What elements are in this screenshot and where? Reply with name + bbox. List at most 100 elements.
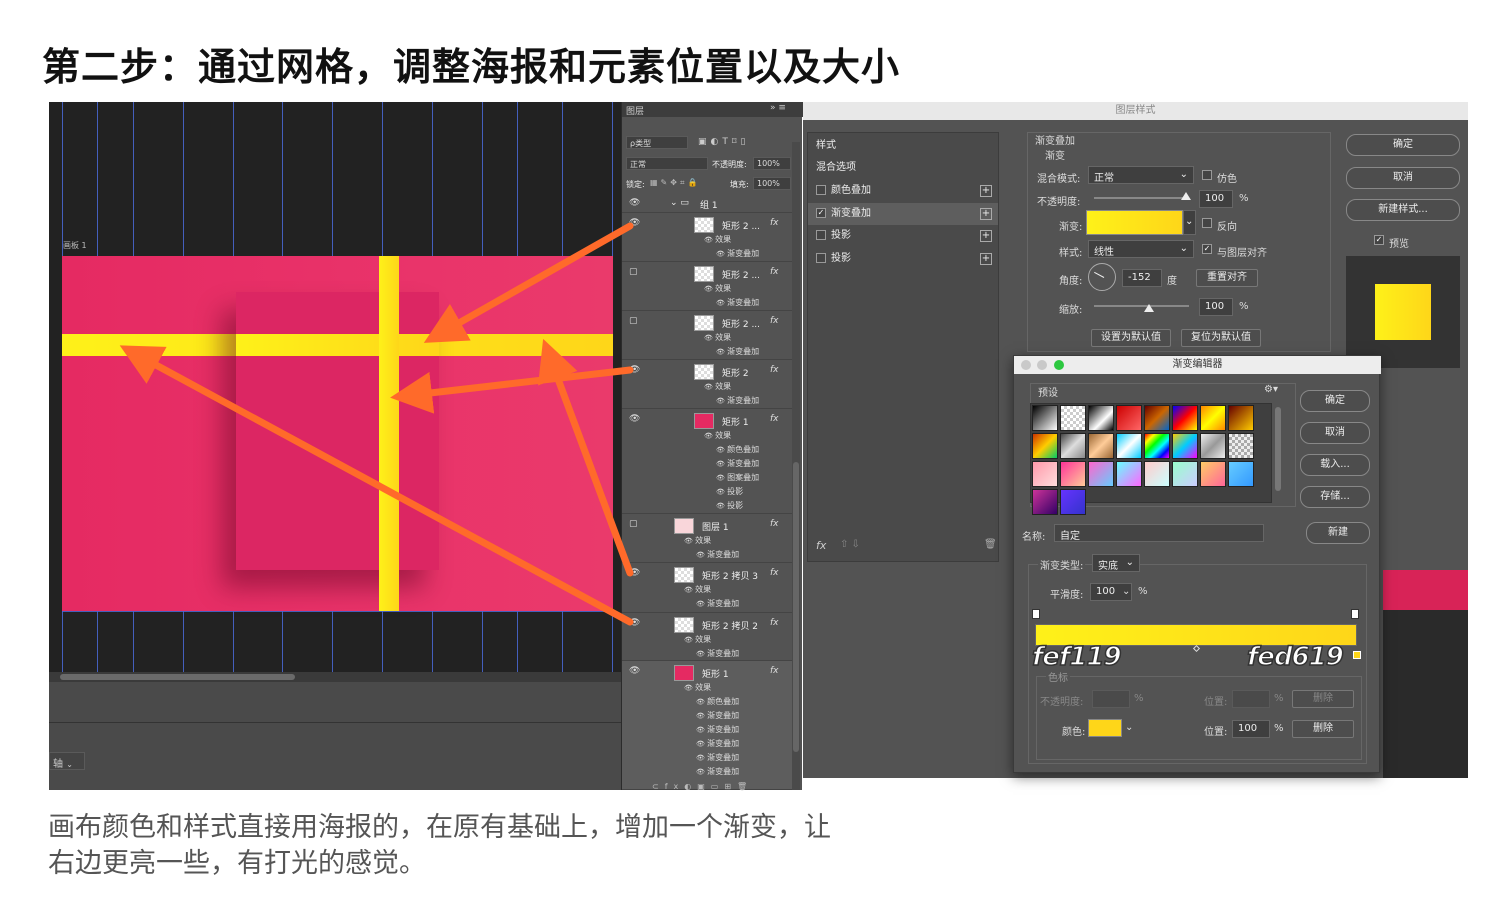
eye-icon[interactable]: 👁 xyxy=(716,488,727,496)
eye-icon[interactable]: 👁 xyxy=(716,299,727,307)
style-checkbox[interactable] xyxy=(816,230,826,240)
layer-group-row[interactable]: 👁 ⌄ ▭ 组 1 xyxy=(622,195,792,213)
layer-row[interactable]: 👁 矩形 2 fx 👁 效果 👁 渐变叠加 xyxy=(622,360,792,409)
eye-icon[interactable]: ▢ xyxy=(629,519,638,529)
filter-icons[interactable]: ▣◐T⌑▯ xyxy=(698,137,749,147)
stop-color-swatch[interactable] xyxy=(1088,719,1122,737)
preset-swatch[interactable] xyxy=(1200,405,1226,431)
preset-swatch[interactable] xyxy=(1032,405,1058,431)
eye-icon[interactable]: 👁 xyxy=(704,334,715,342)
eye-icon[interactable]: 👁 xyxy=(629,198,640,208)
preset-swatch[interactable] xyxy=(1088,405,1114,431)
preset-swatch[interactable] xyxy=(1172,461,1198,487)
layer-effect[interactable]: 👁 效果 xyxy=(704,430,731,441)
opacity-stop-left[interactable] xyxy=(1032,609,1040,619)
fx-icon[interactable]: fx xyxy=(770,666,779,676)
fx-icon[interactable]: fx xyxy=(770,519,779,529)
layer-effect[interactable]: 👁 颜色叠加 xyxy=(716,444,759,455)
scrollbar-thumb[interactable] xyxy=(60,674,295,680)
add-icon[interactable]: + xyxy=(980,230,992,242)
preset-swatch[interactable] xyxy=(1060,433,1086,459)
dither-checkbox[interactable] xyxy=(1202,170,1212,180)
presets-scrollbar[interactable] xyxy=(1275,407,1281,491)
eye-icon[interactable]: 👁 xyxy=(716,502,727,510)
preset-swatch[interactable] xyxy=(1032,489,1058,515)
layer-effect[interactable]: 👁 投影 xyxy=(716,486,743,497)
layer-effect[interactable]: 👁 效果 xyxy=(684,584,711,595)
eye-icon[interactable]: ▢ xyxy=(629,316,638,326)
fx-icon[interactable]: fx xyxy=(770,414,779,424)
reset-default-button[interactable]: 复位为默认值 xyxy=(1181,329,1261,347)
blend-options-item[interactable]: 混合选项 xyxy=(808,157,998,179)
preset-swatch[interactable] xyxy=(1088,433,1114,459)
blend-mode-dropdown[interactable]: 正常 xyxy=(626,157,708,170)
scale-slider-knob[interactable] xyxy=(1144,304,1154,312)
eye-icon[interactable]: 👁 xyxy=(696,551,707,559)
axis-dropdown[interactable]: 轴 ⌄ xyxy=(49,752,85,770)
reset-align-button[interactable]: 重置对齐 xyxy=(1196,269,1258,287)
layer-effect[interactable]: 👁 渐变叠加 xyxy=(696,598,739,609)
eye-icon[interactable]: 👁 xyxy=(684,537,695,545)
eye-icon[interactable]: 👁 xyxy=(704,236,715,244)
layer-name[interactable]: 矩形 1 xyxy=(702,667,729,680)
style-select[interactable]: 线性 ⌄ xyxy=(1088,240,1194,258)
zoom-icon[interactable] xyxy=(1054,360,1064,370)
layer-effect[interactable]: 👁 渐变叠加 xyxy=(716,395,759,406)
opacity-slider-knob[interactable] xyxy=(1181,192,1191,200)
layer-name[interactable]: 矩形 2 拷贝 2 xyxy=(702,619,758,632)
eye-icon[interactable]: 👁 xyxy=(696,698,707,706)
eye-icon[interactable]: 👁 xyxy=(704,383,715,391)
layer-name[interactable]: 矩形 1 xyxy=(722,415,749,428)
layer-effect[interactable]: 👁 投影 xyxy=(716,500,743,511)
eye-icon[interactable]: 👁 xyxy=(716,474,727,482)
eye-icon[interactable]: 👁 xyxy=(696,754,707,762)
style-checkbox[interactable] xyxy=(816,252,826,263)
layer-effect[interactable]: 👁 渐变叠加 xyxy=(716,297,759,308)
eye-icon[interactable]: 👁 xyxy=(716,460,727,468)
minimize-icon[interactable] xyxy=(1037,360,1047,370)
eye-icon[interactable]: 👁 xyxy=(684,586,695,594)
set-default-button[interactable]: 设置为默认值 xyxy=(1091,329,1171,347)
eye-icon[interactable]: 👁 xyxy=(629,618,640,628)
eye-icon[interactable]: 👁 xyxy=(716,397,727,405)
eye-icon[interactable]: 👁 xyxy=(629,568,640,578)
layer-effect[interactable]: 👁 渐变叠加 xyxy=(716,248,759,259)
opacity-slider[interactable] xyxy=(1094,197,1189,199)
layer-effect[interactable]: 👁 效果 xyxy=(704,283,731,294)
layer-effect[interactable]: 👁 效果 xyxy=(684,535,711,546)
preset-swatch[interactable] xyxy=(1144,461,1170,487)
add-icon[interactable]: + xyxy=(980,252,992,265)
layer-effect[interactable]: 👁 颜色叠加 xyxy=(696,696,739,707)
fx-icon[interactable]: fx xyxy=(770,568,779,578)
preset-swatch[interactable] xyxy=(1088,461,1114,487)
delete-color-stop-button[interactable]: 删除 xyxy=(1292,720,1354,738)
eye-icon[interactable]: 👁 xyxy=(696,768,707,776)
eye-icon[interactable]: 👁 xyxy=(704,285,715,293)
gradient-swatch[interactable] xyxy=(1086,210,1183,235)
add-icon[interactable]: + xyxy=(980,207,992,220)
preset-swatch[interactable] xyxy=(1200,461,1226,487)
eye-icon[interactable]: 👁 xyxy=(629,666,640,676)
style-item[interactable]: 投影 + xyxy=(808,225,998,247)
tab-layers[interactable]: 图层 xyxy=(626,104,644,117)
angle-input[interactable]: -152 xyxy=(1122,269,1162,287)
preset-swatch[interactable] xyxy=(1032,461,1058,487)
layer-name[interactable]: 矩形 2 ... xyxy=(722,268,760,281)
layer-row[interactable]: ▢ 矩形 2 ... fx 👁 效果 👁 渐变叠加 xyxy=(622,311,792,360)
preset-swatch[interactable] xyxy=(1060,405,1086,431)
scale-slider[interactable] xyxy=(1094,305,1189,307)
eye-icon[interactable]: 👁 xyxy=(716,348,727,356)
fx-icon[interactable]: fx xyxy=(770,618,779,628)
layer-name[interactable]: 矩形 2 ... xyxy=(722,219,760,232)
eye-icon[interactable]: 👁 xyxy=(696,740,707,748)
layer-filter-dropdown[interactable]: ρ类型 xyxy=(626,136,688,149)
preset-swatch[interactable] xyxy=(1144,405,1170,431)
cancel-button[interactable]: 取消 xyxy=(1346,167,1460,189)
layer-effect[interactable]: 👁 效果 xyxy=(704,381,731,392)
fx-icon[interactable]: fx xyxy=(770,267,779,277)
layer-name[interactable]: 矩形 2 拷贝 3 xyxy=(702,569,758,582)
layer-name[interactable]: 矩形 2 xyxy=(722,366,749,379)
add-icon[interactable]: + xyxy=(980,185,992,197)
scale-input[interactable]: 100 xyxy=(1199,298,1233,316)
trash-icon[interactable]: 🗑 xyxy=(984,539,997,550)
